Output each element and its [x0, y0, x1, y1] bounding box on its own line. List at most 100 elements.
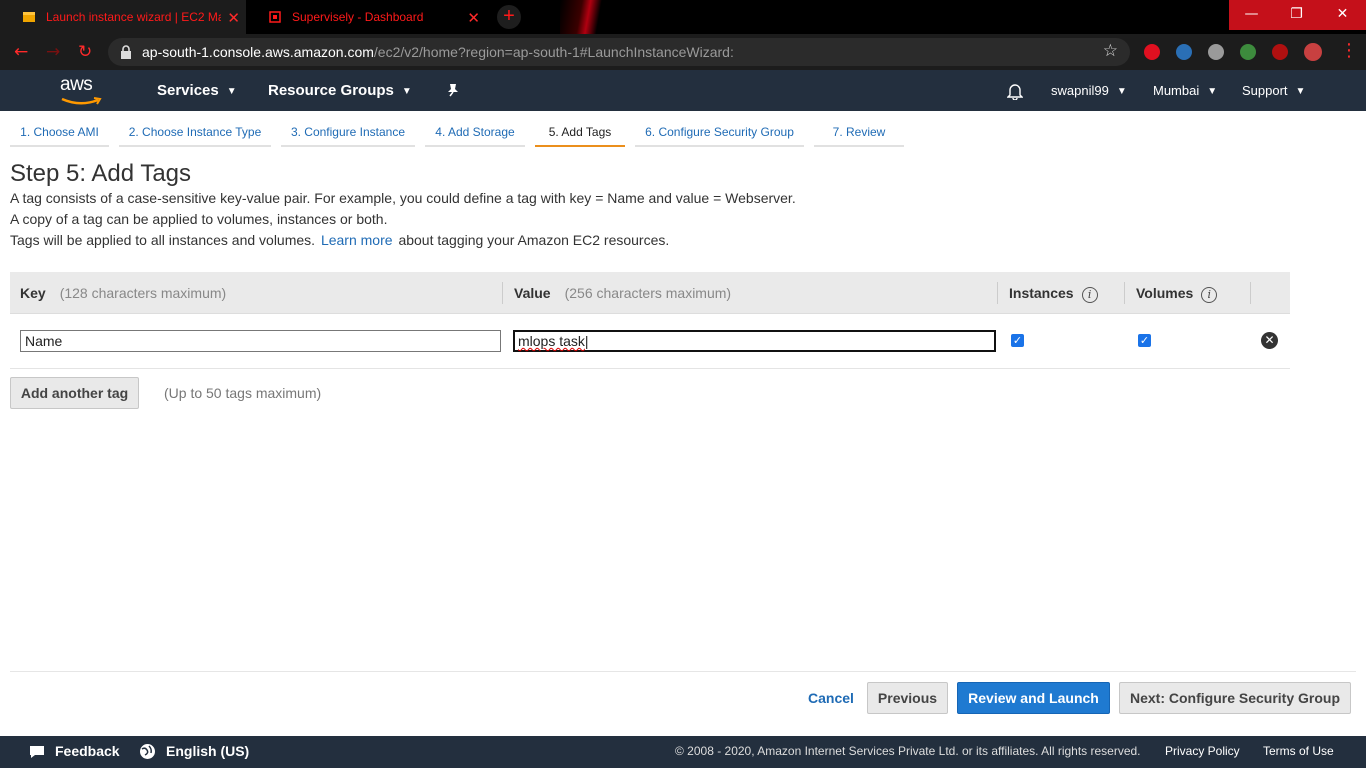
lock-icon [121, 45, 131, 59]
browser-tab-bar: Launch instance wizard | EC2 Ma ✕ Superv… [0, 0, 1366, 34]
aws-box-icon [23, 12, 35, 22]
aws-smile-icon [61, 97, 102, 105]
step-add-storage[interactable]: 4. Add Storage [425, 111, 525, 147]
key-header-label: Key [20, 285, 46, 301]
review-and-launch-button[interactable]: Review and Launch [957, 682, 1110, 714]
tab-title: Launch instance wizard | EC2 Ma [46, 10, 221, 24]
tabbar-decoration [560, 0, 610, 34]
tags-limit-note: (Up to 50 tags maximum) [164, 385, 322, 401]
url-host: ap-south-1.console.aws.amazon.com [142, 44, 374, 60]
address-bar[interactable]: ap-south-1.console.aws.amazon.com/ec2/v2… [108, 38, 1130, 66]
info-icon[interactable]: i [1201, 287, 1218, 303]
description-text: Tags will be applied to all instances an… [10, 232, 316, 248]
add-another-tag-button[interactable]: Add another tag [10, 377, 139, 409]
aws-console-header: aws Services ▼ Resource Groups ▼ swapnil99… [0, 70, 1366, 111]
url-path: /ec2/v2/home?region=ap-south-1#LaunchIns… [373, 44, 734, 60]
value-header-label: Value [514, 285, 551, 301]
remove-tag-icon[interactable]: ✕ [1261, 332, 1278, 349]
browser-tab-ec2[interactable]: Launch instance wizard | EC2 Ma ✕ [0, 0, 246, 34]
close-tab-icon[interactable]: ✕ [227, 9, 240, 27]
account-menu[interactable]: swapnil99 ▼ [1051, 83, 1127, 98]
pin-icon[interactable] [446, 83, 460, 97]
restore-window-button[interactable]: ❐ [1274, 0, 1319, 30]
extension-puzzle-icon[interactable] [1272, 44, 1288, 60]
volumes-checkbox[interactable]: ✓ [1138, 334, 1151, 347]
aws-logo[interactable]: aws [60, 74, 104, 106]
tab-title: Supervisely - Dashboard [292, 10, 424, 24]
step-review[interactable]: 7. Review [814, 111, 904, 147]
column-divider [997, 282, 998, 304]
tag-key-input[interactable]: Name [20, 330, 501, 352]
support-label: Support [1242, 83, 1288, 98]
step-add-tags[interactable]: 5. Add Tags [535, 111, 625, 147]
feedback-link[interactable]: Feedback [55, 743, 120, 759]
feedback-speech-bubble-icon [30, 746, 44, 758]
chevron-down-icon: ▼ [1116, 86, 1127, 97]
step-choose-ami[interactable]: 1. Choose AMI [10, 111, 109, 147]
browser-menu-icon[interactable]: ⋮ [1340, 40, 1358, 61]
step-configure-security-group[interactable]: 6. Configure Security Group [635, 111, 804, 147]
chevron-down-icon: ▼ [401, 86, 412, 97]
next-configure-security-group-button[interactable]: Next: Configure Security Group [1119, 682, 1351, 714]
region-menu[interactable]: Mumbai ▼ [1153, 83, 1217, 98]
cancel-button[interactable]: Cancel [808, 690, 854, 706]
description-text: about tagging your Amazon EC2 resources. [398, 232, 670, 248]
profile-avatar[interactable] [1304, 43, 1322, 61]
table-row: Name mlops task| ✓ ✓ ✕ [10, 314, 1290, 369]
column-divider [502, 282, 503, 304]
chevron-down-icon: ▼ [1207, 86, 1218, 97]
column-divider [1250, 282, 1251, 304]
step-configure-instance[interactable]: 3. Configure Instance [281, 111, 415, 147]
minimize-window-button[interactable]: — [1229, 0, 1274, 30]
previous-button[interactable]: Previous [867, 682, 948, 714]
account-label: swapnil99 [1051, 83, 1109, 98]
extension-blue-icon[interactable] [1176, 44, 1192, 60]
url-text: ap-south-1.console.aws.amazon.com/ec2/v2… [142, 44, 734, 60]
supervisely-icon [269, 11, 281, 23]
language-selector[interactable]: English (US) [166, 743, 249, 759]
instances-column-header: Instances i [1009, 285, 1098, 303]
value-header-hint: (256 characters maximum) [564, 285, 732, 301]
copyright-text: © 2008 - 2020, Amazon Internet Services … [675, 744, 1141, 758]
instances-header-label: Instances [1009, 285, 1074, 301]
page-title: Step 5: Add Tags [10, 160, 192, 187]
step-choose-instance-type[interactable]: 2. Choose Instance Type [119, 111, 271, 147]
globe-icon [140, 744, 155, 759]
reload-icon[interactable]: ↻ [78, 42, 92, 62]
close-window-button[interactable]: ✕ [1319, 0, 1366, 30]
key-header-hint: (128 characters maximum) [59, 285, 227, 301]
aws-logo-text: aws [60, 74, 93, 95]
services-label: Services [157, 82, 219, 99]
bookmark-star-icon[interactable]: ☆ [1103, 41, 1118, 61]
extension-green-icon[interactable] [1240, 44, 1256, 60]
back-arrow-icon[interactable]: ← [14, 42, 28, 62]
forward-arrow-icon[interactable]: → [46, 42, 60, 62]
tags-table-header: Key (128 characters maximum) Value (256 ch… [10, 272, 1290, 314]
extension-download-icon[interactable] [1208, 44, 1224, 60]
learn-more-link[interactable]: Learn more [321, 232, 393, 248]
privacy-policy-link[interactable]: Privacy Policy [1165, 744, 1240, 758]
tag-value-text: mlops task [518, 333, 585, 349]
value-column-header: Value (256 characters maximum) [514, 285, 731, 301]
support-menu[interactable]: Support ▼ [1242, 83, 1305, 98]
instances-checkbox[interactable]: ✓ [1011, 334, 1024, 347]
column-divider [1124, 282, 1125, 304]
notifications-bell-icon[interactable] [1007, 82, 1023, 100]
divider [10, 671, 1356, 672]
info-icon[interactable]: i [1081, 287, 1098, 303]
browser-tab-supervisely[interactable]: Supervisely - Dashboard ✕ [246, 0, 486, 34]
chevron-down-icon: ▼ [1295, 86, 1306, 97]
extension-stop-icon[interactable] [1144, 44, 1160, 60]
tag-value-input[interactable]: mlops task| [513, 330, 996, 352]
key-column-header: Key (128 characters maximum) [20, 285, 226, 301]
resource-groups-menu[interactable]: Resource Groups ▼ [268, 82, 412, 99]
close-tab-icon[interactable]: ✕ [467, 9, 480, 27]
console-footer: Feedback English (US) © 2008 - 2020, Ama… [0, 736, 1366, 768]
description-line-2: A copy of a tag can be applied to volume… [10, 211, 388, 227]
services-menu[interactable]: Services ▼ [157, 82, 237, 99]
new-tab-button[interactable]: + [497, 5, 521, 29]
description-line-1: A tag consists of a case-sensitive key-v… [10, 190, 796, 206]
terms-of-use-link[interactable]: Terms of Use [1263, 744, 1334, 758]
resource-groups-label: Resource Groups [268, 82, 394, 99]
chevron-down-icon: ▼ [226, 86, 237, 97]
